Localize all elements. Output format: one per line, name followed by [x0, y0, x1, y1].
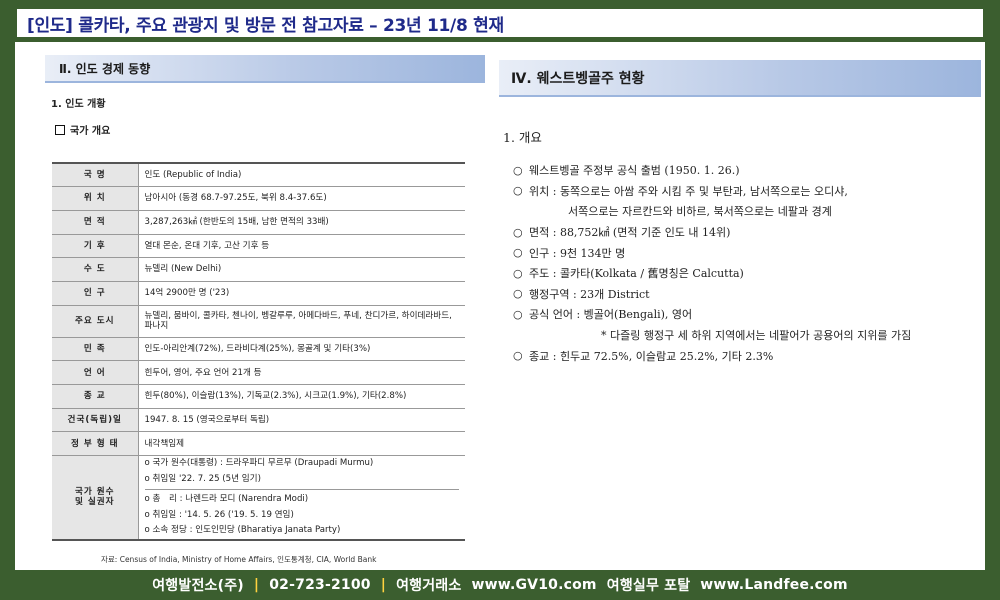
row-key: 수 도: [52, 257, 139, 282]
table-row: 면 적 3,287,263㎢ (한반도의 15배, 남한 면적의 33배): [52, 209, 465, 235]
row-key: 종 교: [52, 384, 139, 409]
page-title: [인도] 콜카타, 주요 관광지 및 방문 전 참고자료 – 23년 11/8 …: [27, 15, 504, 36]
row-key: 건국(독립)일: [52, 407, 139, 433]
circle-bullet-icon: ○: [513, 225, 523, 239]
country-info-table: 국 명 인도 (Republic of India) 위 치 남아시아 (동경 68.…: [52, 162, 465, 541]
india-overview-panel: Ⅱ. 인도 경제 동향 1. 인도 개황 국가 개요 국 명 인도 (Republ…: [45, 55, 485, 565]
list-item-text: 인구 : 9천 134만 명: [529, 246, 626, 260]
subheading-country: 국가 개요: [55, 122, 485, 137]
table-row: 국가 원수 및 실권자 o 국가 원수(대통령) : 드라우파디 무르무 (Drau…: [52, 455, 465, 541]
footer-label-exchange: 여행거래소: [396, 578, 462, 594]
list-item-text: * 다즐링 행정구 세 하위 지역에서는 네팔어가 공용어의 지위를 가짐: [601, 329, 912, 343]
table-row: 위 치 남아시아 (동경 68.7-97.25도, 북위 8.4-37.6도): [52, 186, 465, 211]
row-value: 힌두(80%), 이슬람(13%), 기독교(2.3%), 시크교(1.9%),…: [138, 384, 465, 409]
checkbox-square-icon: [55, 124, 65, 135]
footer-link-gv10[interactable]: www.GV10.com: [471, 577, 596, 593]
row-value: 14억 2900만 명 ('23): [138, 280, 465, 306]
leader-line: o 취임일 : '14. 5. 26 ('19. 5. 19 연임): [144, 509, 294, 520]
leader-line: o 취임일 '22. 7. 25 (5년 임기): [144, 473, 261, 484]
table-row: 건국(독립)일 1947. 8. 15 (영국으로부터 독립): [52, 407, 465, 433]
section-heading-economy: Ⅱ. 인도 경제 동향: [45, 55, 485, 83]
row-key: 인 구: [52, 280, 139, 306]
table-row: 주요 도시 뉴델리, 뭄바이, 콜카타, 첸나이, 벵갈루루, 아메다바드, 푸네…: [52, 304, 465, 338]
leader-line: o 총 리 : 나렌드라 모디 (Narendra Modi): [144, 489, 459, 508]
row-value: 뉴델리, 뭄바이, 콜카타, 첸나이, 벵갈루루, 아메다바드, 푸네, 찬디가…: [138, 304, 465, 338]
row-key: 기 후: [52, 233, 139, 259]
table-row: 민 족 인도-아리안계(72%), 드라비다계(25%), 몽골계 및 기타(3%…: [52, 336, 465, 362]
west-bengal-panel: Ⅳ. 웨스트벵골주 현황 1. 개요 ○ 웨스트벵골 주정부 공식 출범 (195…: [499, 60, 981, 560]
table-row: 정 부 형 태 내각책임제: [52, 431, 465, 457]
list-item: ○ 종교 : 힌두교 72.5%, 이슬람교 25.2%, 기타 2.3%: [513, 345, 981, 366]
circle-bullet-icon: ○: [513, 349, 523, 363]
circle-bullet-icon: ○: [513, 184, 523, 198]
list-item: ○ 주도 : 콜카타(Kolkata / 舊명칭은 Calcutta): [513, 263, 981, 284]
row-key: 정 부 형 태: [52, 431, 139, 457]
row-value: 인도-아리안계(72%), 드라비다계(25%), 몽골계 및 기타(3%): [138, 336, 465, 362]
row-key: 국 명: [52, 162, 139, 188]
leader-line: o 소속 정당 : 인도인민당 (Bharatiya Janata Party): [144, 525, 341, 536]
circle-bullet-icon: ○: [513, 307, 523, 321]
row-key: 민 족: [52, 336, 139, 362]
table-row: 인 구 14억 2900만 명 ('23): [52, 280, 465, 306]
row-value: 열대 몬순, 온대 기후, 고산 기후 등: [138, 233, 465, 259]
list-item-text: 위치 : 동쪽으로는 아쌈 주와 시킴 주 및 부탄과, 남서쪽으로는 오디샤,: [529, 184, 848, 198]
circle-bullet-icon: ○: [513, 287, 523, 301]
row-key: 위 치: [52, 186, 139, 211]
table-row: 언 어 힌두어, 영어, 주요 언어 21개 등: [52, 360, 465, 385]
summary-list: ○ 웨스트벵골 주정부 공식 출범 (1950. 1. 26.) ○ 위치 : 동쪽으…: [513, 160, 981, 366]
leader-line: o 국가 원수(대통령) : 드라우파디 무르무 (Draupadi Murmu…: [144, 458, 374, 469]
row-key: 주요 도시: [52, 304, 139, 338]
footer-separator: |: [253, 577, 260, 593]
footer-company: 여행발전소(주): [152, 578, 244, 594]
table-row: 국 명 인도 (Republic of India): [52, 162, 465, 188]
row-key: 면 적: [52, 209, 139, 235]
row-value: 힌두어, 영어, 주요 언어 21개 등: [138, 360, 465, 385]
table-row: 종 교 힌두(80%), 이슬람(13%), 기독교(2.3%), 시크교(1.9…: [52, 384, 465, 409]
footer: 여행발전소(주) | 02-723-2100 | 여행거래소 www.GV10.…: [0, 570, 1000, 600]
list-item-text: 면적 : 88,752㎢ (면적 기준 인도 내 14위): [529, 226, 731, 240]
list-item-text: 공식 언어 : 벵골어(Bengali), 영어: [529, 308, 693, 322]
row-key-line: 국가 원수: [74, 487, 115, 497]
row-key: 국가 원수 및 실권자: [52, 455, 139, 541]
list-item: ○ 인구 : 9천 134만 명: [513, 242, 981, 263]
row-value: 내각책임제: [138, 431, 465, 457]
section-heading-west-bengal: Ⅳ. 웨스트벵골주 현황: [499, 60, 981, 97]
list-item: ○ 위치 : 동쪽으로는 아쌈 주와 시킴 주 및 부탄과, 남서쪽으로는 오디샤…: [513, 181, 981, 202]
footer-link-landfee[interactable]: www.Landfee.com: [700, 577, 847, 593]
list-item: 서쪽으로는 자르칸드와 비하르, 북서쪽으로는 네팔과 경계: [513, 201, 981, 222]
footer-phone: 02-723-2100: [269, 577, 371, 593]
table-row: 기 후 열대 몬순, 온대 기후, 고산 기후 등: [52, 233, 465, 259]
subheading-country-label: 국가 개요: [70, 126, 111, 137]
table-row: 수 도 뉴델리 (New Delhi): [52, 257, 465, 282]
list-item-text: 웨스트벵골 주정부 공식 출범 (1950. 1. 26.): [529, 164, 740, 178]
row-value: 인도 (Republic of India): [138, 162, 465, 188]
list-item-text: 주도 : 콜카타(Kolkata / 舊명칭은 Calcutta): [529, 267, 744, 281]
document-content: Ⅱ. 인도 경제 동향 1. 인도 개황 국가 개요 국 명 인도 (Republ…: [15, 42, 985, 570]
subheading-summary: 1. 개요: [503, 130, 542, 145]
list-item: ○ 공식 언어 : 벵골어(Bengali), 영어: [513, 304, 981, 325]
source-note: 자료: Census of India, Ministry of Home Af…: [101, 555, 377, 564]
subheading-overview: 1. 인도 개황: [51, 99, 106, 110]
row-value: 남아시아 (동경 68.7-97.25도, 북위 8.4-37.6도): [138, 186, 465, 211]
circle-bullet-icon: ○: [513, 163, 523, 177]
footer-label-portal: 여행실무 포탈: [606, 578, 691, 594]
list-item: ○ 행정구역 : 23개 District: [513, 284, 981, 305]
list-item: ○ 웨스트벵골 주정부 공식 출범 (1950. 1. 26.): [513, 160, 981, 181]
list-item-text: 행정구역 : 23개 District: [529, 287, 650, 301]
row-key-line: 및 실권자: [74, 497, 115, 508]
list-item-text: 서쪽으로는 자르칸드와 비하르, 북서쪽으로는 네팔과 경계: [568, 205, 832, 219]
list-item-text: 종교 : 힌두교 72.5%, 이슬람교 25.2%, 기타 2.3%: [529, 349, 774, 363]
circle-bullet-icon: ○: [513, 246, 523, 260]
row-value: o 국가 원수(대통령) : 드라우파디 무르무 (Draupadi Murmu…: [138, 455, 465, 541]
row-value: 1947. 8. 15 (영국으로부터 독립): [138, 407, 465, 433]
footer-separator: |: [380, 577, 387, 593]
row-key: 언 어: [52, 360, 139, 385]
row-value: 뉴델리 (New Delhi): [138, 257, 465, 282]
row-value: 3,287,263㎢ (한반도의 15배, 남한 면적의 33배): [138, 209, 465, 235]
title-bar: [인도] 콜카타, 주요 관광지 및 방문 전 참고자료 – 23년 11/8 …: [15, 7, 985, 39]
list-item: * 다즐링 행정구 세 하위 지역에서는 네팔어가 공용어의 지위를 가짐: [513, 325, 981, 346]
list-item: ○ 면적 : 88,752㎢ (면적 기준 인도 내 14위): [513, 222, 981, 243]
circle-bullet-icon: ○: [513, 266, 523, 280]
